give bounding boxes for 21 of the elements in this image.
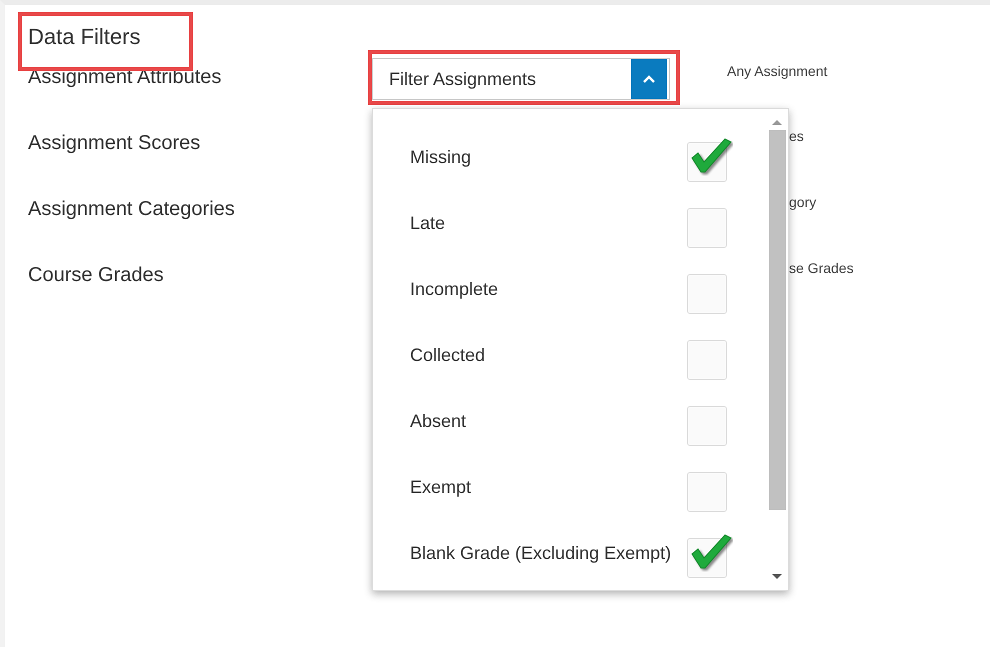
chevron-up-icon bbox=[643, 75, 655, 83]
filter-summary: Any Assignment bbox=[727, 63, 828, 79]
toggle-button[interactable] bbox=[631, 59, 667, 99]
filter-label: Assignment Scores bbox=[28, 131, 202, 154]
checkbox[interactable] bbox=[687, 136, 733, 182]
filter-summary: se Grades bbox=[789, 260, 854, 276]
option-label[interactable]: Late bbox=[410, 212, 446, 234]
option-label[interactable]: Missing bbox=[410, 146, 472, 168]
filter-label: Assignment Attributes bbox=[28, 65, 222, 88]
checkbox[interactable] bbox=[687, 532, 733, 578]
filter-summary: es bbox=[789, 128, 804, 144]
page-title: Data Filters bbox=[28, 23, 140, 51]
filter-summary: gory bbox=[789, 194, 816, 210]
option-label[interactable]: Blank Grade (Excluding Exempt) bbox=[410, 542, 672, 564]
option-label[interactable]: Incomplete bbox=[410, 278, 498, 300]
filter-label: Assignment Categories bbox=[28, 197, 236, 220]
filter-label: Course Grades bbox=[28, 263, 165, 286]
option-label[interactable]: Collected bbox=[410, 344, 486, 366]
option-label[interactable]: Exempt bbox=[410, 476, 472, 498]
option-label[interactable]: Absent bbox=[410, 410, 466, 432]
filter-dropdown[interactable]: Filter Assignments bbox=[372, 58, 670, 100]
